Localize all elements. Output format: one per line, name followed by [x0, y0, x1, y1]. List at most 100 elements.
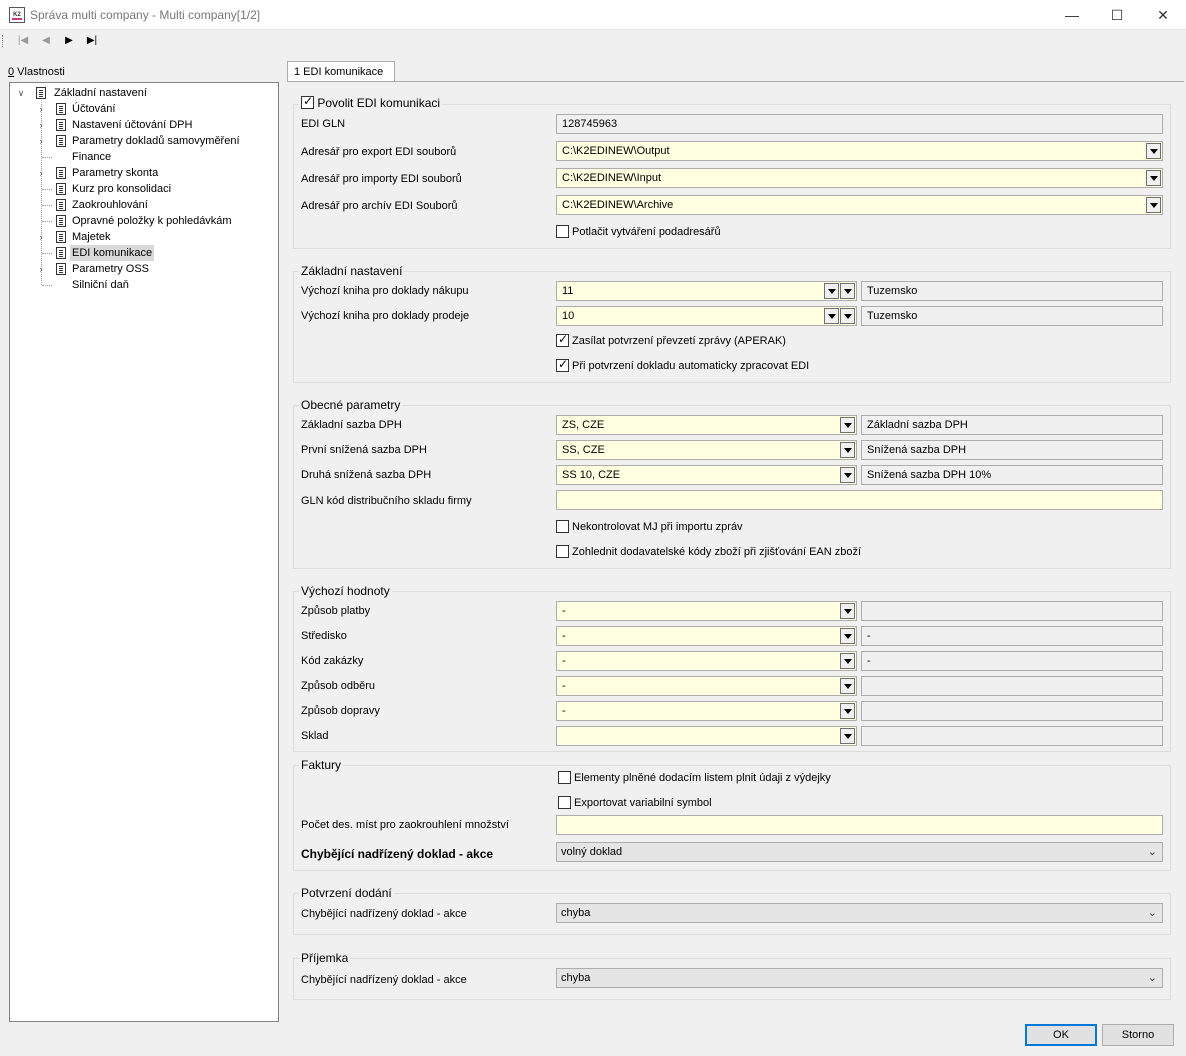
chevron-down-icon: ⌄ — [1147, 846, 1157, 858]
chevron-down-icon[interactable] — [840, 417, 855, 433]
export-vs-checkbox[interactable] — [558, 796, 571, 809]
document-icon — [36, 87, 46, 99]
expand-icon[interactable]: › — [36, 101, 46, 117]
pickup-method-select[interactable]: - — [556, 676, 857, 696]
tab-divider — [287, 81, 1184, 82]
decimals-label: Počet des. míst pro zaokrouhlení množstv… — [301, 819, 509, 831]
first-record-icon[interactable]: |◀ — [13, 33, 33, 49]
no-check-mj-checkbox[interactable] — [556, 520, 569, 533]
expand-icon[interactable]: › — [36, 133, 46, 149]
chevron-down-icon[interactable] — [1146, 170, 1161, 186]
auto-process-label: Při potvrzení dokladu automaticky zpraco… — [572, 360, 810, 372]
edi-group-title: Povolit EDI komunikaci — [299, 94, 443, 110]
vat-second-label: Druhá snížená sazba DPH — [301, 469, 432, 481]
invoices-title: Faktury — [299, 758, 344, 772]
close-icon[interactable]: ✕ — [1140, 0, 1186, 30]
chevron-down-icon[interactable] — [840, 442, 855, 458]
invoices-missing-select[interactable]: volný doklad ⌄ — [556, 842, 1163, 862]
document-icon — [56, 231, 66, 243]
lookup-button[interactable] — [840, 283, 855, 299]
payment-method-select[interactable]: - — [556, 601, 857, 621]
chevron-down-icon[interactable] — [824, 283, 839, 299]
chevron-down-icon[interactable] — [840, 728, 855, 744]
invoices-missing-label: Chybějící nadřízený doklad - akce — [301, 847, 494, 861]
properties-label: 0 Vlastnosti — [8, 66, 65, 78]
aperak-checkbox[interactable] — [556, 332, 569, 347]
gln-warehouse-label: GLN kód distribučního skladu firmy — [301, 495, 472, 507]
vat-second-desc: Snížená sazba DPH 10% — [861, 465, 1163, 485]
chevron-down-icon[interactable] — [840, 628, 855, 644]
expand-icon[interactable]: › — [36, 229, 46, 245]
pickup-method-desc — [861, 676, 1163, 696]
suppress-subdirs-checkbox[interactable] — [556, 225, 569, 238]
next-record-icon[interactable]: ▶ — [59, 33, 79, 49]
auto-process-checkbox[interactable] — [556, 357, 569, 372]
previous-record-icon[interactable]: ◀ — [36, 33, 56, 49]
ok-button[interactable]: OK — [1025, 1024, 1097, 1046]
payment-method-desc — [861, 601, 1163, 621]
vat-second-select[interactable]: SS 10, CZE — [556, 465, 857, 485]
expand-icon[interactable]: › — [36, 261, 46, 277]
expand-icon[interactable]: › — [36, 165, 46, 181]
default-values-title: Výchozí hodnoty — [299, 584, 392, 598]
maximize-icon[interactable]: ☐ — [1094, 0, 1140, 30]
tab-edi-komunikace[interactable]: 1 EDI komunikace — [287, 61, 395, 82]
delivery-title: Potvrzení dodání — [299, 886, 394, 900]
gln-warehouse-field[interactable] — [556, 490, 1163, 510]
basic-settings-title: Základní nastavení — [299, 264, 405, 278]
payment-method-label: Způsob platby — [301, 605, 371, 617]
receipt-missing-select[interactable]: chyba ⌄ — [556, 968, 1163, 988]
document-icon — [56, 103, 66, 115]
chevron-down-icon[interactable] — [840, 467, 855, 483]
warehouse-desc — [861, 726, 1163, 746]
sale-book-select[interactable]: 10 — [556, 306, 857, 326]
pickup-method-label: Způsob odběru — [301, 680, 375, 692]
chevron-down-icon[interactable] — [840, 703, 855, 719]
cost-center-label: Středisko — [301, 630, 347, 642]
document-icon — [56, 135, 66, 147]
delivery-missing-select[interactable]: chyba ⌄ — [556, 903, 1163, 923]
elements-delivery-label: Elementy plněné dodacím listem plnit úda… — [574, 772, 831, 784]
chevron-down-icon: ⌄ — [1147, 972, 1157, 984]
order-code-select[interactable]: - — [556, 651, 857, 671]
purchase-book-desc: Tuzemsko — [861, 281, 1163, 301]
last-record-icon[interactable]: ▶| — [82, 33, 102, 49]
vat-basic-select[interactable]: ZS, CZE — [556, 415, 857, 435]
chevron-down-icon[interactable] — [1146, 197, 1161, 213]
properties-tree[interactable]: ∨ Základní nastavení › Účtování › Nastav… — [9, 82, 279, 1022]
archive-dir-label: Adresář pro archív EDI Souborů — [301, 200, 458, 212]
vat-first-select[interactable]: SS, CZE — [556, 440, 857, 460]
transport-method-select[interactable]: - — [556, 701, 857, 721]
cancel-button[interactable]: Storno — [1102, 1024, 1174, 1046]
app-icon: K2 — [9, 7, 25, 23]
vat-basic-desc: Základní sazba DPH — [861, 415, 1163, 435]
purchase-book-select[interactable]: 11 — [556, 281, 857, 301]
receipt-missing-label: Chybějící nadřízený doklad - akce — [301, 974, 467, 986]
warehouse-select[interactable] — [556, 726, 857, 746]
supplier-codes-checkbox[interactable] — [556, 545, 569, 558]
cost-center-select[interactable]: - — [556, 626, 857, 646]
chevron-down-icon[interactable] — [840, 603, 855, 619]
warehouse-label: Sklad — [301, 730, 329, 742]
chevron-down-icon[interactable] — [840, 678, 855, 694]
export-dir-select[interactable]: C:\K2EDINEW\Output — [556, 141, 1163, 161]
document-icon — [56, 119, 66, 131]
import-dir-select[interactable]: C:\K2EDINEW\Input — [556, 168, 1163, 188]
tree-item-zakladni-nastaveni[interactable]: ∨ Základní nastavení — [16, 85, 266, 101]
chevron-down-icon[interactable] — [840, 653, 855, 669]
lookup-button[interactable] — [840, 308, 855, 324]
elements-delivery-checkbox[interactable] — [558, 771, 571, 784]
document-icon — [56, 215, 66, 227]
minimize-icon[interactable]: — — [1049, 0, 1095, 30]
collapse-icon[interactable]: ∨ — [16, 85, 26, 101]
edi-gln-field[interactable]: 128745963 — [556, 114, 1163, 134]
archive-dir-select[interactable]: C:\K2EDINEW\Archive — [556, 195, 1163, 215]
cost-center-desc: - — [861, 626, 1163, 646]
no-check-mj-label: Nekontrolovat MJ při importu zpráv — [572, 521, 743, 533]
expand-icon[interactable]: › — [36, 117, 46, 133]
enable-edi-label: Povolit EDI komunikaci — [317, 96, 441, 110]
chevron-down-icon[interactable] — [824, 308, 839, 324]
chevron-down-icon[interactable] — [1146, 143, 1161, 159]
enable-edi-checkbox[interactable] — [301, 94, 314, 109]
decimals-field[interactable] — [556, 815, 1163, 835]
